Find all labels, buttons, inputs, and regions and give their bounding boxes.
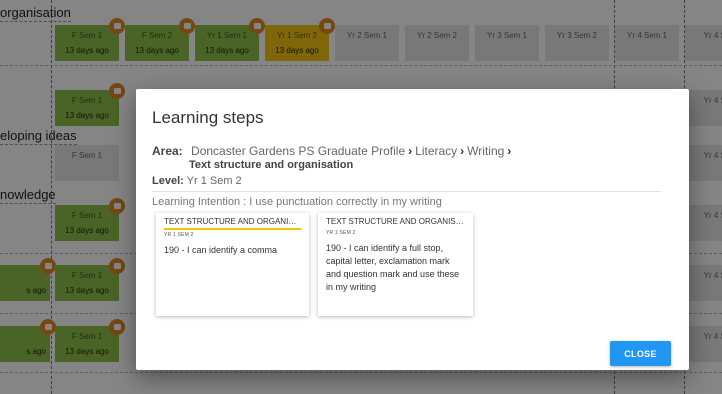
learning-steps-dialog: Learning steps Area: Doncaster Gardens P…	[136, 89, 689, 370]
area-breadcrumb: Area: Doncaster Gardens PS Graduate Prof…	[152, 144, 514, 158]
card-title: TEXT STRUCTURE AND ORGANISATION	[326, 217, 465, 226]
level-key: Level:	[152, 175, 184, 187]
breadcrumb-item: Literacy	[415, 144, 458, 158]
learning-step-card[interactable]: TEXT STRUCTURE AND ORGANISATION YR 1 SEM…	[318, 213, 473, 316]
chevron-right-icon: ›	[507, 144, 512, 158]
card-body: 190 - I can identify a comma	[164, 245, 278, 255]
card-body: 190 - I can identify a full stop, capita…	[326, 243, 460, 292]
card-title: TEXT STRUCTURE AND ORGANISATION	[164, 217, 301, 230]
card-level: YR 1 SEM 2	[326, 230, 356, 236]
level-value: Yr 1 Sem 2	[186, 175, 242, 187]
area-key: Area:	[152, 144, 183, 158]
divider	[152, 191, 661, 192]
close-button[interactable]: CLOSE	[610, 341, 671, 366]
chevron-right-icon: ›	[408, 144, 413, 158]
learning-step-card[interactable]: TEXT STRUCTURE AND ORGANISATION YR 1 SEM…	[156, 213, 309, 316]
level-line: Level: Yr 1 Sem 2	[152, 175, 242, 187]
dialog-title: Learning steps	[152, 108, 264, 127]
chevron-right-icon: ›	[460, 144, 465, 158]
breadcrumb-item-current: Text structure and organisation	[189, 159, 354, 171]
breadcrumb-item: Doncaster Gardens PS Graduate Profile	[191, 144, 406, 158]
card-level: YR 1 SEM 2	[164, 232, 194, 238]
breadcrumb-item: Writing	[467, 144, 505, 158]
learning-intention: Learning Intention : I use punctuation c…	[152, 196, 442, 208]
